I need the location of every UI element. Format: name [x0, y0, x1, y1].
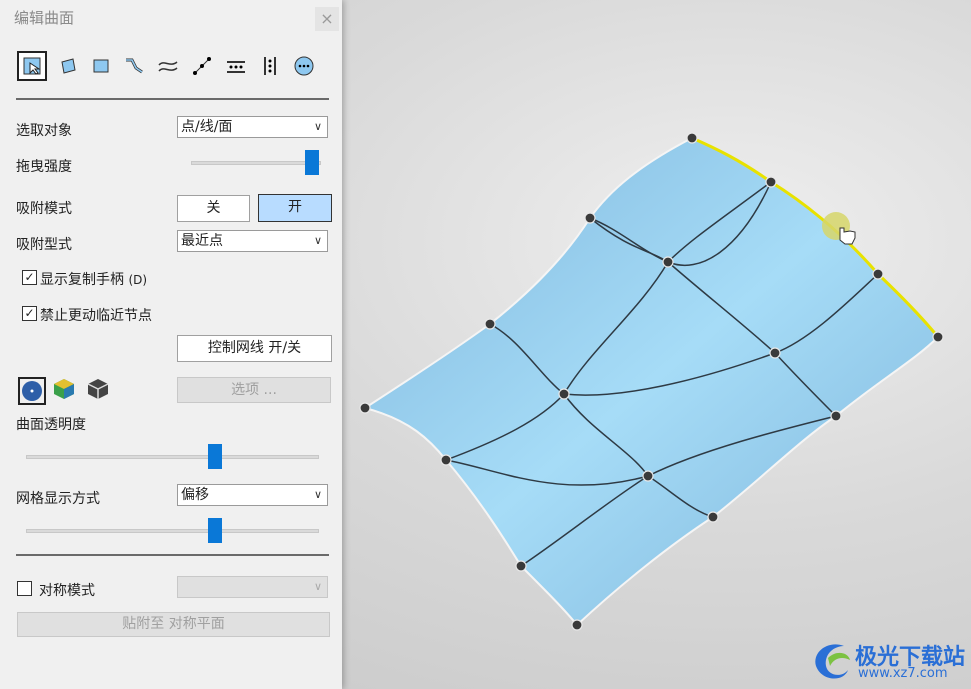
options-button[interactable]: 选项 ...: [177, 377, 331, 403]
divider: [16, 554, 329, 556]
quad-patch-button[interactable]: [55, 53, 81, 79]
snap-type-dropdown[interactable]: 最近点 ∨: [177, 230, 328, 252]
show-copy-handles-checkbox[interactable]: ✓: [22, 270, 37, 285]
mesh-offset-slider[interactable]: [208, 518, 222, 543]
symmetry-dropdown[interactable]: ∨: [177, 576, 328, 598]
divider: [16, 98, 329, 100]
column-distribute-icon: [264, 57, 276, 75]
color-cube-icon: [54, 379, 74, 399]
surface-mode-a-button[interactable]: [18, 377, 46, 405]
shortcut-hint: (D): [128, 273, 148, 287]
chevron-down-icon: ∨: [313, 120, 322, 133]
line-nodes-button[interactable]: [189, 53, 215, 79]
surface-canvas[interactable]: [342, 0, 971, 689]
transparency-track[interactable]: [26, 455, 319, 459]
drag-strength-track[interactable]: [191, 161, 321, 165]
snap-to-symmetry-plane-button[interactable]: 贴附至 对称平面: [17, 612, 330, 637]
transparency-label: 曲面透明度: [16, 417, 86, 433]
chevron-down-icon: ∨: [313, 234, 322, 247]
panel-title: 编辑曲面: [14, 9, 75, 27]
blue-sphere-icon: [22, 381, 42, 401]
watermark-logo-icon: [815, 644, 850, 679]
symmetry-label: 对称模式: [39, 583, 95, 599]
quad-patch-icon: [61, 58, 76, 74]
line-nodes-icon: [193, 57, 211, 75]
select-object-value: 点/线/面: [181, 119, 233, 135]
row-distribute-button[interactable]: [223, 53, 249, 79]
mesh-display-value: 偏移: [181, 487, 209, 503]
options-circle-button[interactable]: [291, 53, 317, 79]
nurbs-surface[interactable]: [362, 136, 940, 627]
surface-mode-b-button[interactable]: [52, 377, 80, 405]
select-object-dropdown[interactable]: 点/线/面 ∨: [177, 116, 328, 138]
surface-mode-c-button[interactable]: [86, 377, 114, 405]
rect-patch-button[interactable]: [88, 53, 114, 79]
curve-edit-icon: [126, 58, 143, 74]
row-distribute-icon: [227, 61, 245, 73]
snap-mode-label: 吸附模式: [16, 201, 72, 217]
drag-strength-label: 拖曳强度: [16, 159, 72, 175]
drag-strength-slider[interactable]: [305, 150, 319, 175]
no-move-neighbors-checkbox[interactable]: ✓: [22, 306, 37, 321]
chevron-down-icon: ∨: [313, 580, 322, 593]
snap-on-button[interactable]: 开: [258, 194, 332, 222]
curve-edit-button[interactable]: [121, 53, 147, 79]
rect-patch-icon: [93, 59, 109, 73]
select-object-label: 选取对象: [16, 123, 72, 139]
show-copy-handles-label: 显示复制手柄 (D): [40, 269, 147, 289]
control-mesh-toggle-button[interactable]: 控制网线 开/关: [177, 335, 332, 362]
close-button[interactable]: ×: [315, 7, 339, 31]
wave-icon: [158, 61, 178, 72]
snap-type-value: 最近点: [181, 233, 223, 249]
edit-surface-panel: 编辑曲面 × 选取对象 点/线/面 ∨ 拖曳强度 吸附模式 关 开 吸附型式 最…: [0, 0, 342, 689]
chevron-down-icon: ∨: [313, 488, 322, 501]
symmetry-checkbox[interactable]: [17, 581, 32, 596]
mesh-display-dropdown[interactable]: 偏移 ∨: [177, 484, 328, 506]
options-circle-icon: [294, 56, 314, 76]
snap-off-button[interactable]: 关: [177, 195, 250, 222]
transparency-slider[interactable]: [208, 444, 222, 469]
show-copy-handles-text: 显示复制手柄: [40, 272, 124, 288]
select-tool-icon: [23, 57, 41, 75]
select-tool-button[interactable]: [17, 51, 47, 81]
watermark-url: www.xz7.com: [858, 666, 948, 681]
wave-button[interactable]: [155, 53, 181, 79]
mesh-display-label: 网格显示方式: [16, 491, 100, 507]
no-move-neighbors-label: 禁止更动临近节点: [40, 308, 152, 324]
mesh-offset-track[interactable]: [26, 529, 319, 533]
column-distribute-button[interactable]: [257, 53, 283, 79]
wire-cube-icon: [87, 379, 109, 399]
snap-type-label: 吸附型式: [16, 237, 72, 253]
